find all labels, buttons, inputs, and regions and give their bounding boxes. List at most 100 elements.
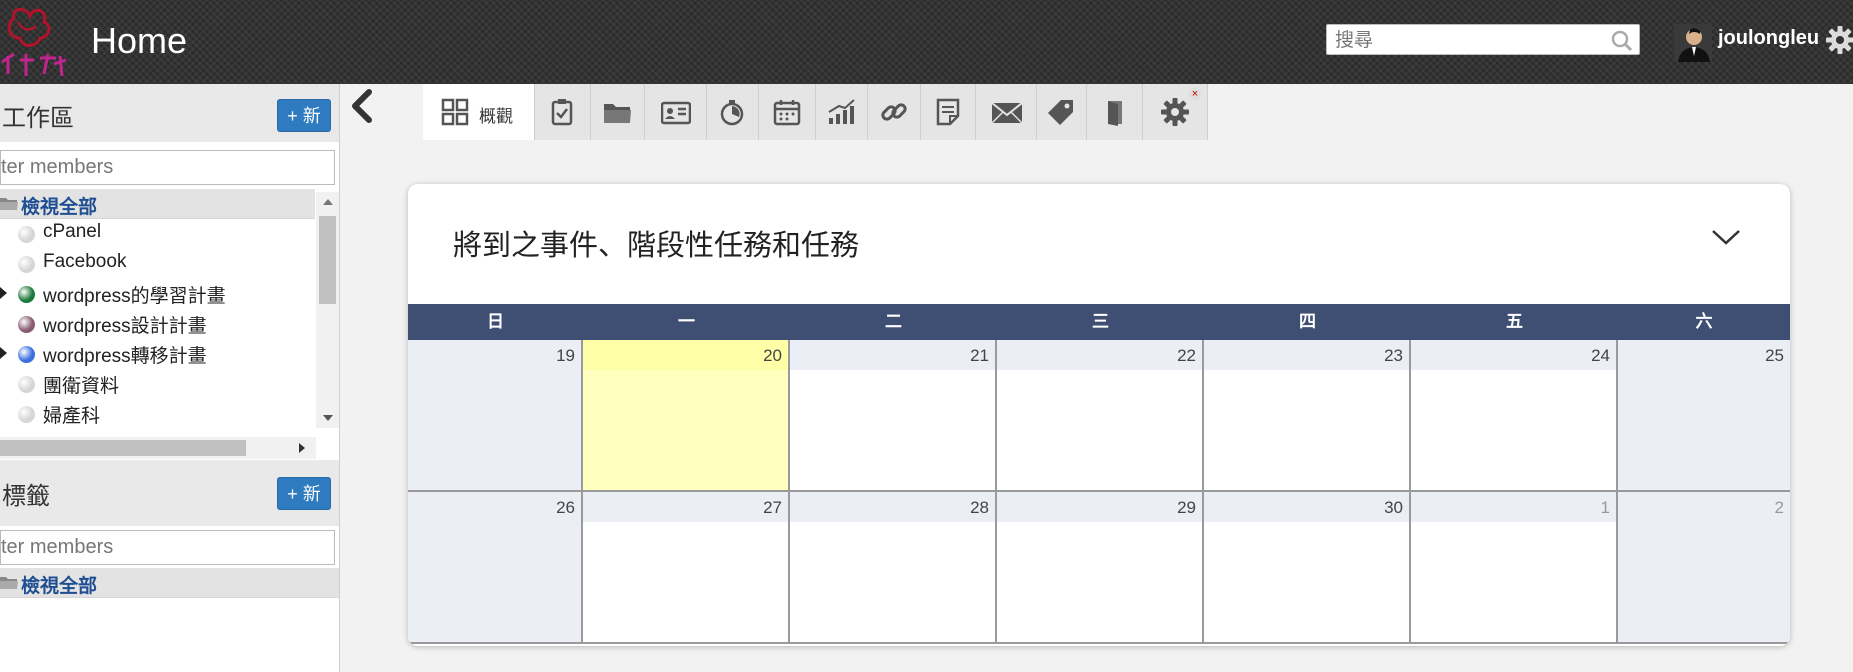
calendar-day[interactable]: 23 bbox=[1204, 340, 1411, 492]
search-box[interactable] bbox=[1326, 24, 1640, 56]
tab-contacts-card[interactable] bbox=[645, 84, 707, 140]
calendar-weekday-header: 日一二三四五六 bbox=[408, 304, 1790, 340]
calendar-day[interactable]: 26 bbox=[408, 492, 583, 644]
day-number[interactable]: 29 bbox=[1177, 498, 1196, 518]
day-header-strip bbox=[1411, 492, 1616, 522]
user-avatar[interactable] bbox=[1674, 24, 1712, 62]
tab-notes[interactable] bbox=[921, 84, 976, 140]
main-content: 將到之事件、階段性任務和任務 日一二三四五六 19 20 21 22 23 24 25 26 2… bbox=[340, 140, 1853, 672]
time-stopwatch-icon bbox=[720, 100, 744, 126]
calendar-day[interactable]: 27 bbox=[583, 492, 790, 644]
tab-time-stopwatch[interactable] bbox=[707, 84, 759, 140]
collapse-sidebar-button[interactable] bbox=[339, 84, 379, 140]
day-number[interactable]: 23 bbox=[1384, 346, 1403, 366]
calendar-day[interactable]: 29 bbox=[997, 492, 1204, 644]
tab-links[interactable] bbox=[868, 84, 921, 140]
workspace-label: wordpress設計計畫 bbox=[43, 316, 207, 337]
tab-calendar[interactable] bbox=[759, 84, 816, 140]
tab-reports-chart[interactable] bbox=[816, 84, 868, 140]
day-number[interactable]: 24 bbox=[1591, 346, 1610, 366]
workspace-color-dot-icon bbox=[18, 256, 35, 273]
calendar-day[interactable]: 1 bbox=[1411, 492, 1618, 644]
top-header: Home joulongleu bbox=[0, 0, 1853, 84]
tab-door[interactable] bbox=[1087, 84, 1143, 140]
workspace-color-dot-icon bbox=[18, 226, 35, 243]
calendar-day[interactable]: 21 bbox=[790, 340, 997, 492]
day-header-strip bbox=[1411, 340, 1616, 370]
workspace-item[interactable]: cPanel bbox=[0, 219, 315, 247]
day-number[interactable]: 25 bbox=[1765, 346, 1784, 366]
workspace-item[interactable]: 團衛資料 bbox=[0, 369, 315, 397]
tags-filter-input[interactable] bbox=[0, 530, 335, 565]
search-icon[interactable] bbox=[1611, 30, 1633, 52]
day-number[interactable]: 20 bbox=[763, 346, 782, 366]
day-header-strip bbox=[1204, 492, 1409, 522]
day-number[interactable]: 26 bbox=[556, 498, 575, 518]
weekday-header: 一 bbox=[678, 312, 695, 331]
folder-icon bbox=[0, 196, 18, 211]
day-number[interactable]: 28 bbox=[970, 498, 989, 518]
chevron-down-icon[interactable] bbox=[1710, 226, 1742, 248]
calendar-day[interactable]: 24 bbox=[1411, 340, 1618, 492]
gear-icon[interactable] bbox=[1826, 26, 1853, 54]
tab-overview-grid[interactable]: 概觀 bbox=[423, 84, 535, 140]
workspace-item[interactable]: wordpress設計計畫 bbox=[0, 309, 315, 337]
tab-tasks-clipboard[interactable] bbox=[535, 84, 591, 140]
scroll-down-arrow-icon[interactable] bbox=[323, 415, 333, 421]
workspace-color-dot-icon bbox=[18, 346, 35, 363]
day-number[interactable]: 19 bbox=[556, 346, 575, 366]
workspaces-filter-input[interactable] bbox=[0, 150, 335, 185]
scroll-up-arrow-icon[interactable] bbox=[323, 199, 333, 205]
calendar-day[interactable]: 22 bbox=[997, 340, 1204, 492]
calendar-day-today[interactable]: 20 bbox=[583, 340, 790, 492]
username-label[interactable]: joulongleu bbox=[1718, 27, 1819, 50]
scroll-right-arrow-icon[interactable] bbox=[299, 443, 305, 453]
calendar-day[interactable]: 2 bbox=[1618, 492, 1790, 644]
close-tab-icon[interactable]: × bbox=[1189, 88, 1201, 100]
tab-documents-folder[interactable] bbox=[591, 84, 645, 140]
expand-arrow-icon[interactable] bbox=[0, 347, 7, 359]
tags-view-all[interactable]: 檢視全部 bbox=[0, 568, 339, 598]
horizontal-scroll-thumb[interactable] bbox=[0, 440, 246, 456]
workspace-label: wordpress轉移計畫 bbox=[43, 346, 207, 367]
widget-title: 將到之事件、階段性任務和任務 bbox=[453, 230, 860, 262]
workspace-label: 團衛資料 bbox=[43, 376, 120, 397]
day-header-strip bbox=[1204, 340, 1409, 370]
day-number[interactable]: 27 bbox=[763, 498, 782, 518]
day-number[interactable]: 2 bbox=[1775, 498, 1784, 518]
workspace-item[interactable]: 婦產科 bbox=[0, 399, 315, 427]
day-number[interactable]: 21 bbox=[970, 346, 989, 366]
search-input[interactable] bbox=[1333, 25, 1607, 56]
day-header-strip bbox=[790, 492, 995, 522]
calendar-day[interactable]: 30 bbox=[1204, 492, 1411, 644]
workspace-list-vertical-scrollbar[interactable] bbox=[316, 192, 339, 428]
calendar-day[interactable]: 25 bbox=[1618, 340, 1790, 492]
company-logo[interactable] bbox=[0, 4, 70, 80]
tag-icon bbox=[1048, 100, 1073, 125]
day-header-strip bbox=[583, 492, 788, 522]
tab-mail[interactable] bbox=[976, 84, 1037, 140]
day-number[interactable]: 30 bbox=[1384, 498, 1403, 518]
weekday-header: 二 bbox=[885, 312, 902, 331]
expand-arrow-icon[interactable] bbox=[0, 287, 7, 299]
new-tag-button[interactable]: + 新 bbox=[277, 477, 331, 510]
workspaces-view-all[interactable]: 檢視全部 bbox=[0, 189, 315, 219]
settings-gear-icon bbox=[1161, 98, 1189, 126]
workspaces-title: 工作區 bbox=[2, 105, 74, 132]
calendar-day[interactable]: 28 bbox=[790, 492, 997, 644]
workspace-color-dot-icon bbox=[18, 406, 35, 423]
new-workspace-button[interactable]: + 新 bbox=[277, 99, 331, 132]
day-number[interactable]: 1 bbox=[1601, 498, 1610, 518]
workspace-item[interactable]: Facebook bbox=[0, 249, 315, 277]
workspaces-panel-header: 工作區 + 新 bbox=[0, 84, 339, 142]
calendar-day[interactable]: 19 bbox=[408, 340, 583, 492]
tab-settings-gear[interactable]: × bbox=[1143, 84, 1208, 140]
vertical-scroll-thumb[interactable] bbox=[319, 216, 336, 304]
workspace-item[interactable]: wordpress轉移計畫 bbox=[0, 339, 315, 367]
day-number[interactable]: 22 bbox=[1177, 346, 1196, 366]
folder-icon bbox=[0, 575, 18, 590]
workspace-item[interactable]: wordpress的學習計畫 bbox=[0, 279, 315, 307]
tab-tag[interactable] bbox=[1037, 84, 1087, 140]
workspace-list-horizontal-scrollbar[interactable] bbox=[0, 437, 316, 459]
calendar-icon bbox=[773, 100, 801, 126]
